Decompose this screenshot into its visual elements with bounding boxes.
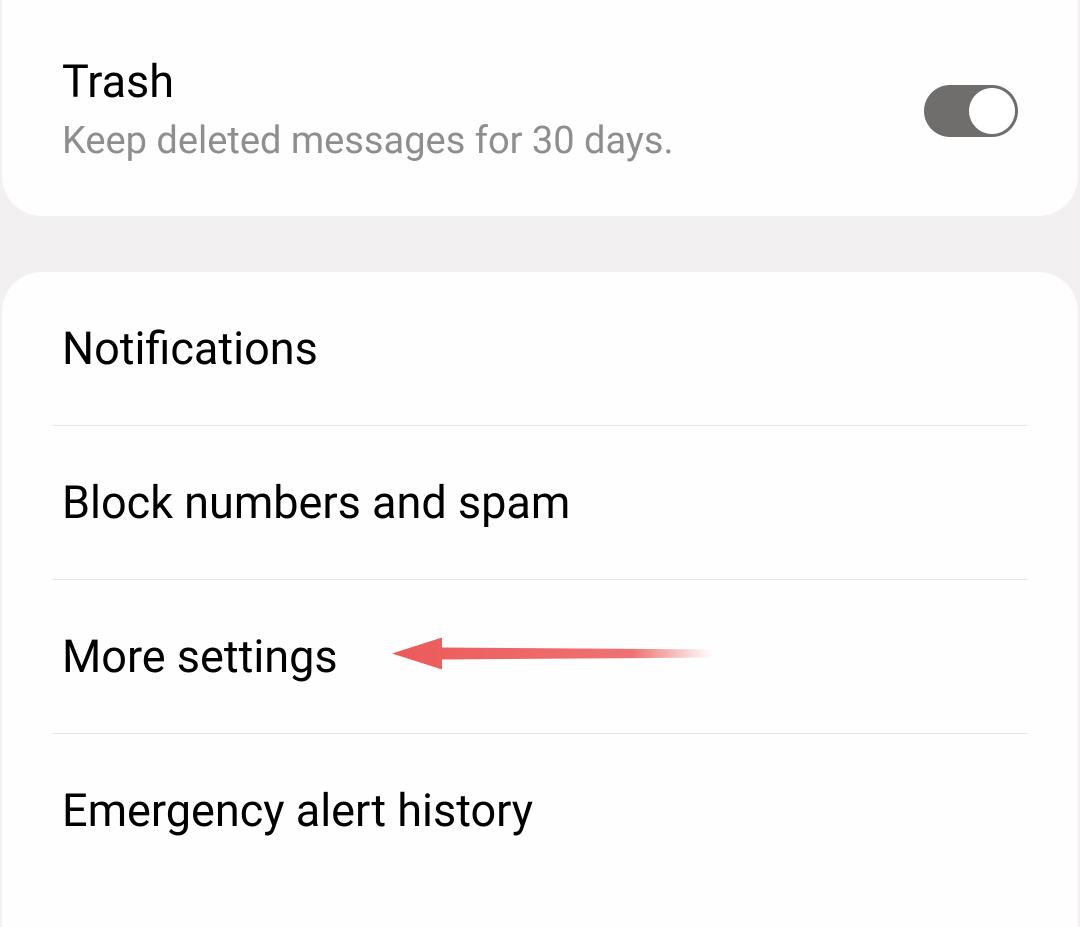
menu-item-more-settings[interactable]: More settings — [2, 580, 1078, 733]
trash-toggle-knob — [969, 88, 1015, 134]
menu-item-emergency-alert[interactable]: Emergency alert history — [2, 734, 1078, 887]
trash-toggle[interactable] — [924, 85, 1018, 137]
menu-item-block-numbers[interactable]: Block numbers and spam — [2, 426, 1078, 579]
menu-label: More settings — [62, 630, 338, 683]
menu-label: Emergency alert history — [62, 784, 533, 837]
trash-description: Keep deleted messages for 30 days. — [62, 117, 924, 166]
menu-label: Block numbers and spam — [62, 476, 570, 529]
menu-item-notifications[interactable]: Notifications — [2, 272, 1078, 425]
trash-setting-card: Trash Keep deleted messages for 30 days. — [2, 0, 1078, 216]
settings-menu-card: Notifications Block numbers and spam Mor… — [2, 272, 1078, 927]
arrow-left-icon — [392, 630, 712, 683]
menu-label: Notifications — [62, 322, 318, 375]
trash-setting-text: Trash Keep deleted messages for 30 days. — [62, 55, 924, 166]
trash-setting-row[interactable]: Trash Keep deleted messages for 30 days. — [62, 55, 1018, 166]
trash-title: Trash — [62, 55, 924, 109]
